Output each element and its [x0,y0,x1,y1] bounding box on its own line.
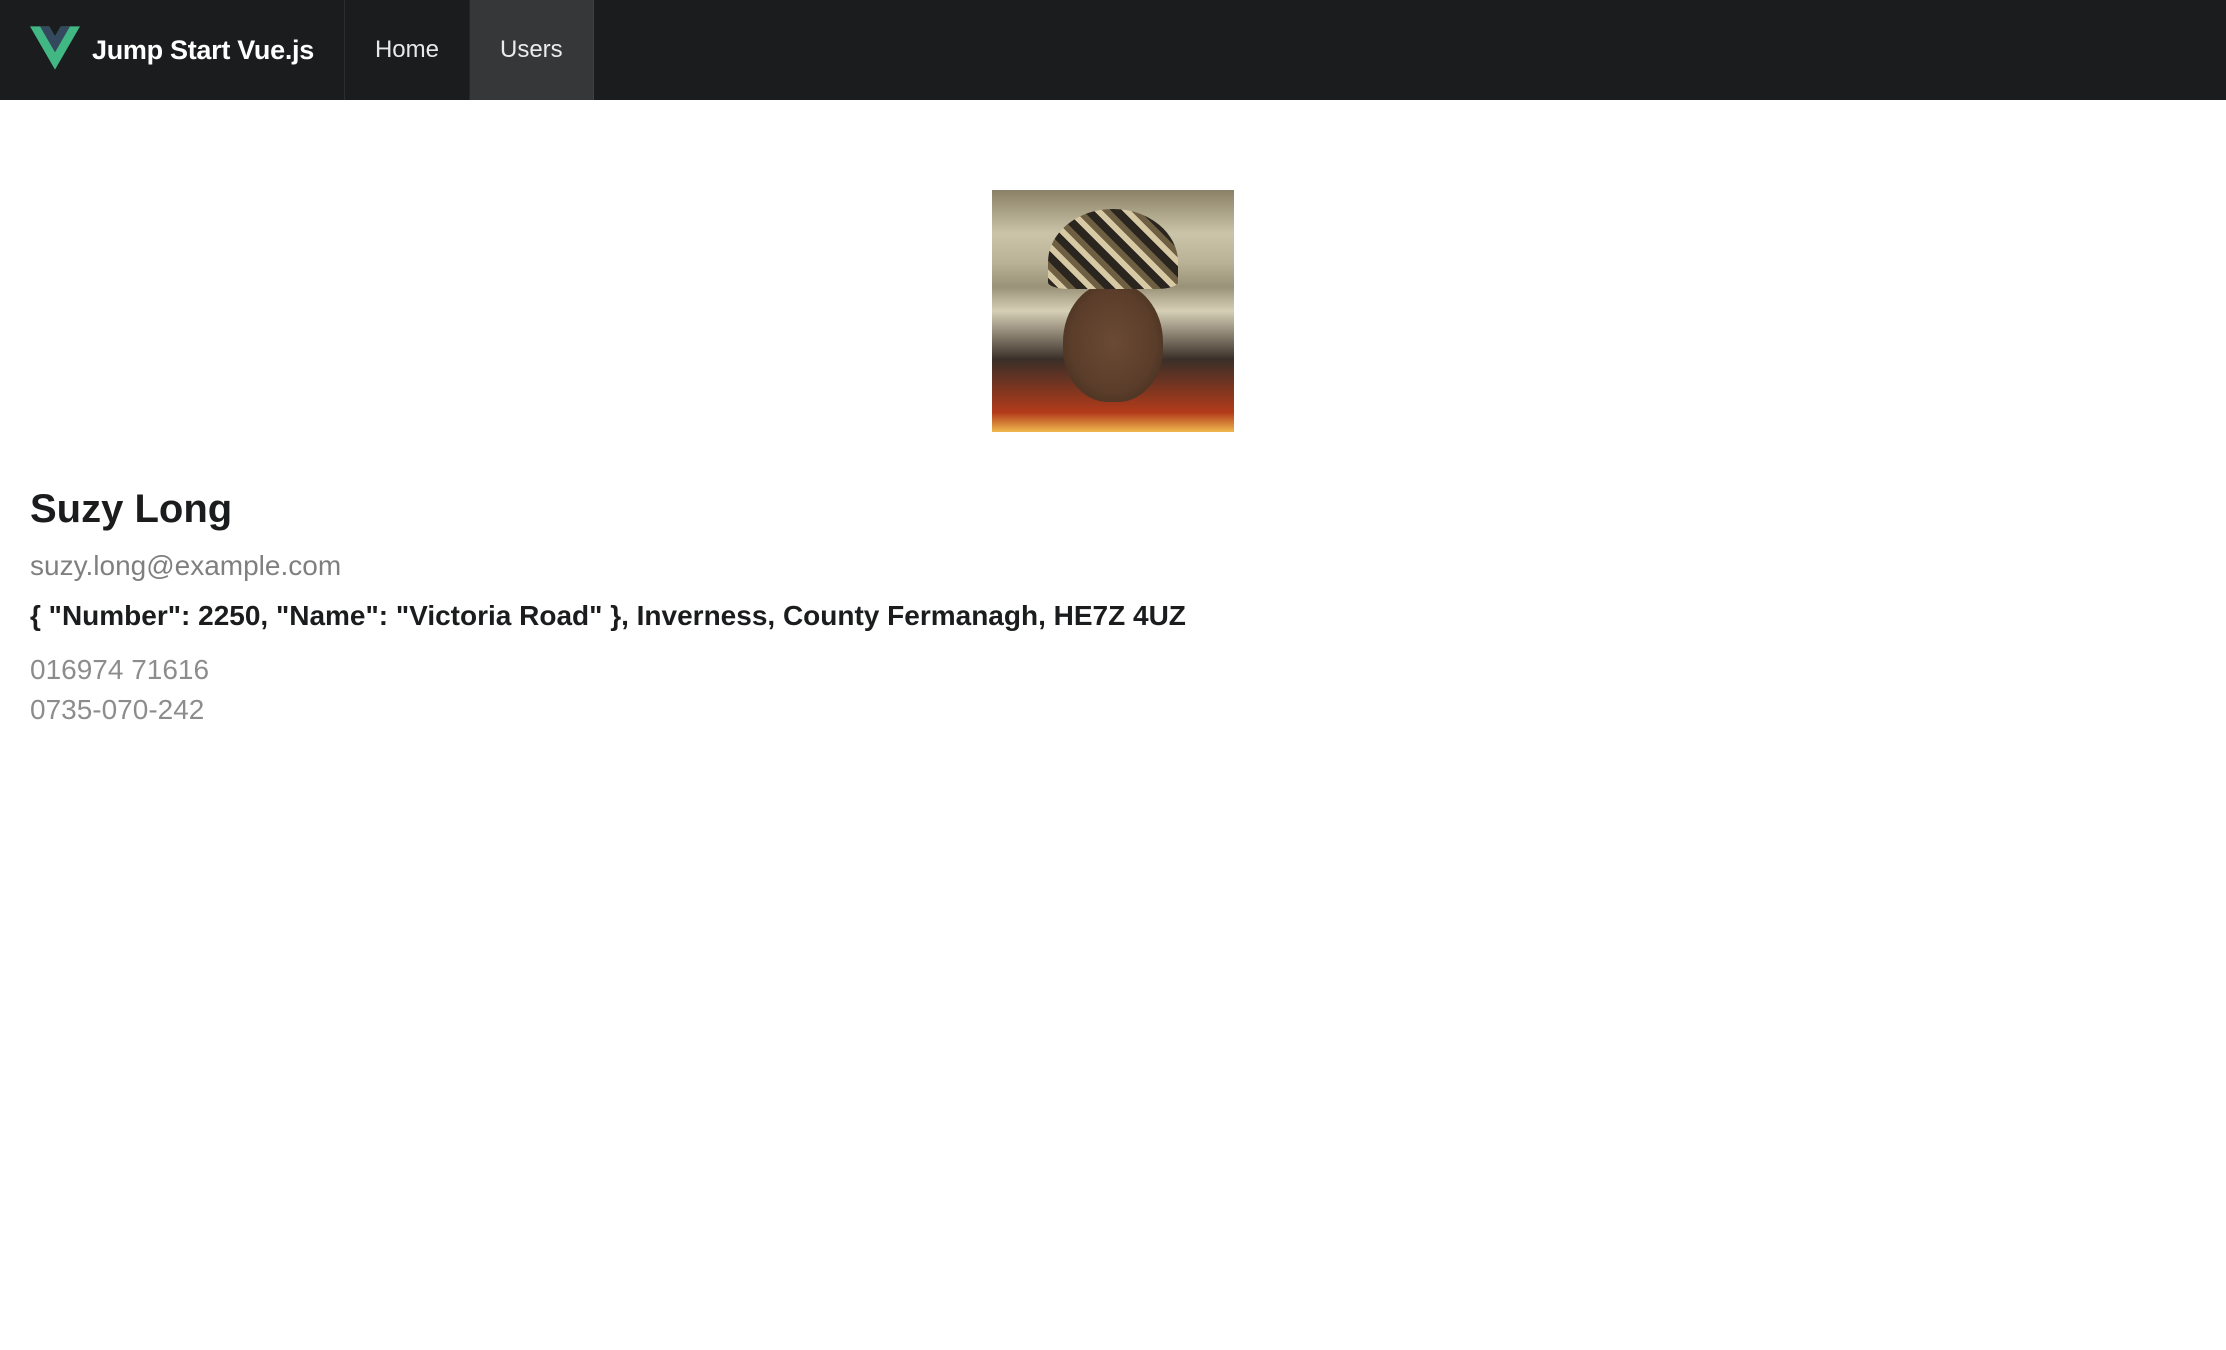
nav-item-users[interactable]: Users [470,0,594,100]
user-phone: 016974 71616 [30,654,2196,686]
nav-item-home[interactable]: Home [345,0,470,100]
user-address: { "Number": 2250, "Name": "Victoria Road… [30,600,2196,632]
user-name: Suzy Long [30,487,2196,532]
user-avatar [992,190,1234,432]
brand-title: Jump Start Vue.js [92,35,314,66]
nav-item-label: Users [500,36,563,64]
user-detail: Suzy Long suzy.long@example.com { "Numbe… [0,100,2226,726]
user-email: suzy.long@example.com [30,550,2196,582]
nav-item-label: Home [375,36,439,64]
user-cell: 0735-070-242 [30,694,2196,726]
vue-logo-icon [30,26,80,75]
brand[interactable]: Jump Start Vue.js [0,0,345,100]
avatar-container [30,100,2196,487]
navbar: Jump Start Vue.js Home Users [0,0,2226,100]
